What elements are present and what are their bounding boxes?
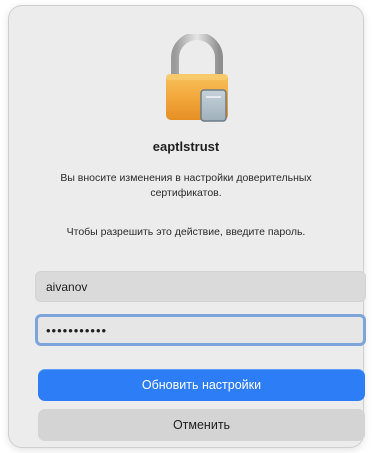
username-field[interactable] (35, 271, 366, 302)
cancel-button[interactable]: Отменить (38, 409, 365, 441)
padlock-certificate-icon (166, 34, 228, 122)
dialog-title: eaptlstrust (152, 139, 220, 154)
update-settings-button[interactable]: Обновить настройки (38, 369, 365, 401)
dialog-prompt: Чтобы разрешить это действие, введите па… (66, 226, 306, 238)
dialog-message: Вы вносите изменения в настройки доверит… (60, 172, 312, 199)
password-field[interactable] (35, 314, 366, 346)
authorization-dialog: eaptlstrust Вы вносите изменения в настр… (8, 5, 366, 448)
